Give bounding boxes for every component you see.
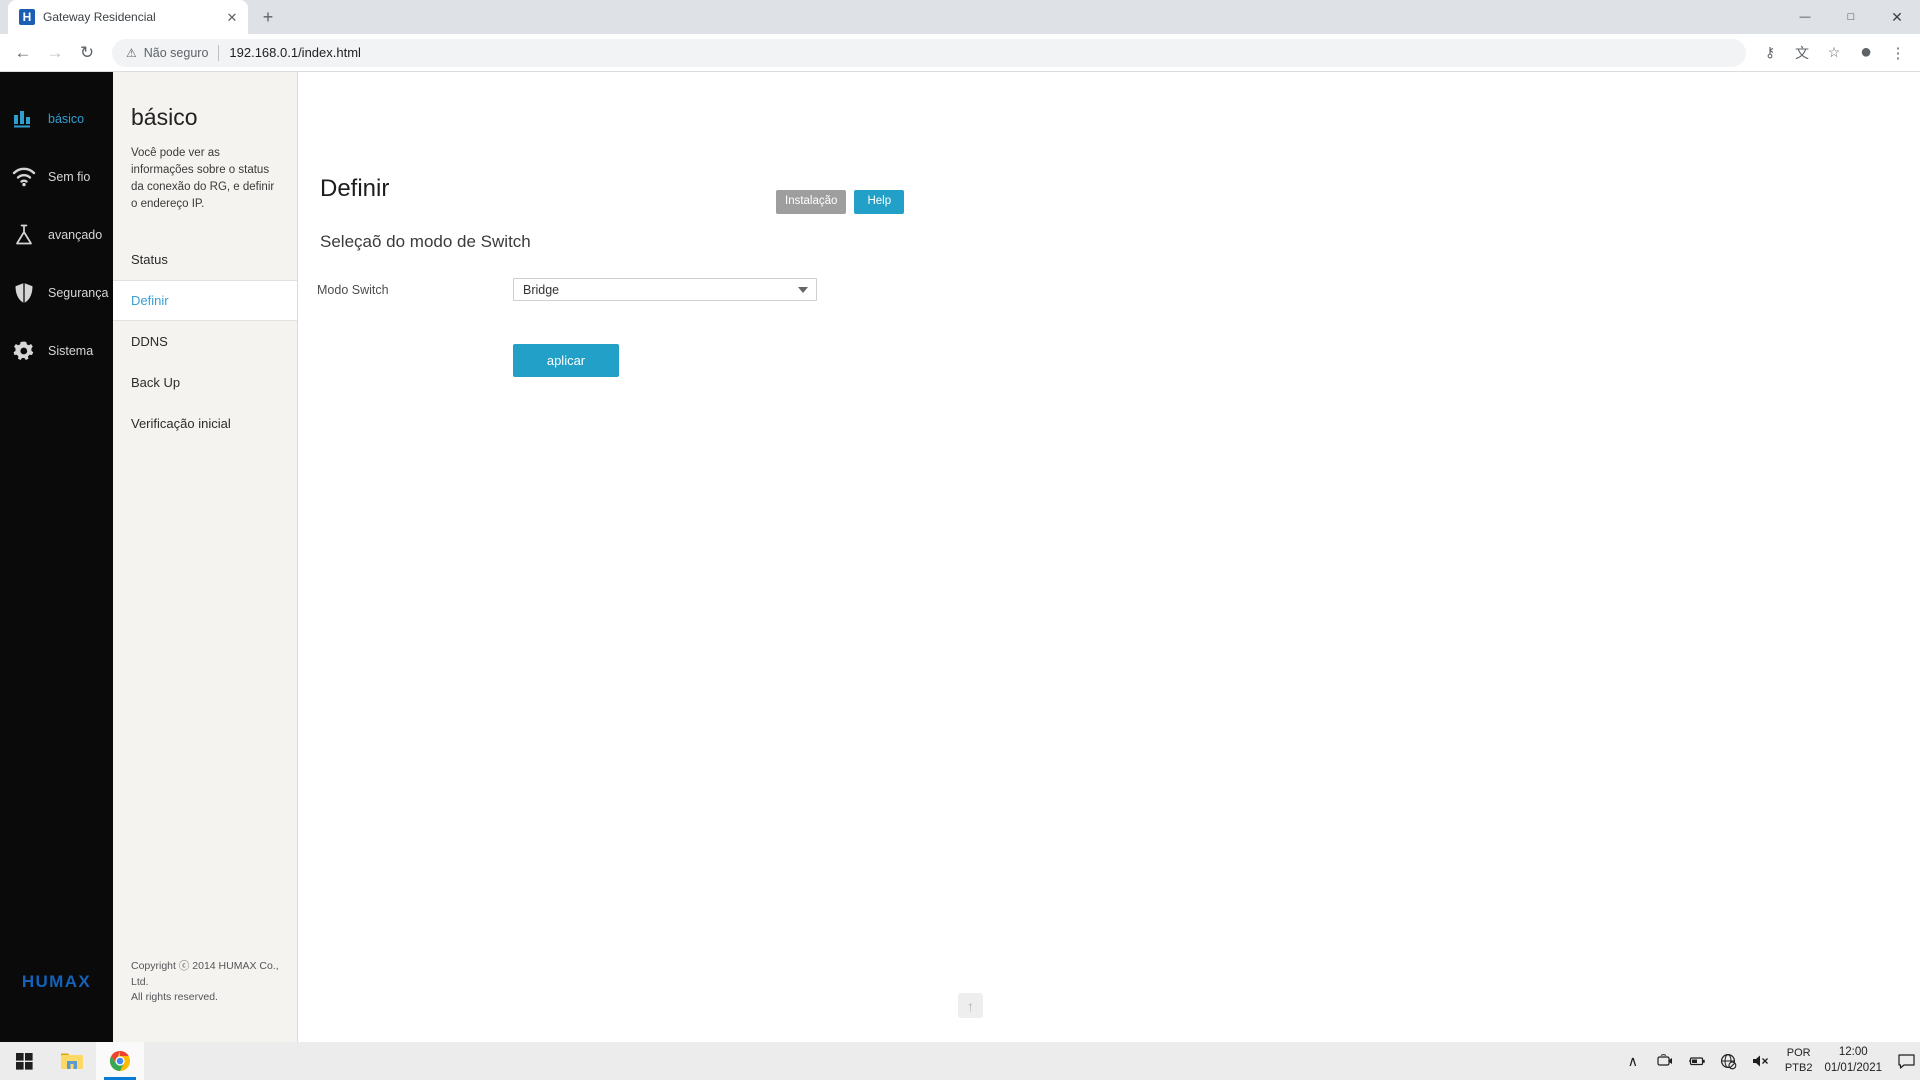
- header-button-group: Instalação Help: [776, 190, 905, 214]
- bookmark-star-icon[interactable]: ☆: [1820, 39, 1848, 67]
- network-offline-icon[interactable]: [1713, 1042, 1745, 1080]
- copyright-line-2: All rights reserved.: [131, 991, 218, 1004]
- notification-center-icon[interactable]: [1892, 1042, 1920, 1080]
- windows-taskbar: ∧ POR PTB2 12:00 01/01/2021: [0, 1042, 1920, 1080]
- gear-icon: [12, 339, 36, 363]
- rail-item-label: Segurança: [48, 286, 109, 300]
- bar-chart-icon: [12, 107, 36, 131]
- chrome-menu-icon[interactable]: ⋮: [1884, 39, 1912, 67]
- main-content: Definir Instalação Help Seleçaõ do modo …: [298, 72, 1920, 1042]
- maximize-window-button[interactable]: □: [1828, 1, 1874, 33]
- instalacao-button[interactable]: Instalação: [776, 190, 847, 214]
- minimize-window-button[interactable]: —: [1782, 1, 1828, 33]
- new-tab-button[interactable]: +: [254, 3, 282, 31]
- tray-expand-chevron-icon[interactable]: ∧: [1617, 1042, 1649, 1080]
- chevron-down-icon: [798, 286, 808, 293]
- start-menu-button[interactable]: [0, 1042, 48, 1080]
- translate-icon[interactable]: 文: [1788, 39, 1816, 67]
- battery-tray-icon[interactable]: [1681, 1042, 1713, 1080]
- tab-title: Gateway Residencial: [43, 10, 156, 24]
- page-title: Definir: [320, 175, 390, 202]
- subnav-title: básico: [131, 104, 198, 130]
- rail-item-label: básico: [48, 112, 85, 126]
- subnav-description: Você pode ver as informações sobre o sta…: [131, 147, 275, 211]
- shield-icon: [12, 281, 36, 305]
- rail-item-basico[interactable]: básico: [0, 90, 113, 148]
- folder-icon: [61, 1053, 83, 1069]
- rail-item-avancado[interactable]: avançado: [0, 206, 113, 264]
- page-viewport: básico Sem fio avançado Segurança Sistem…: [0, 72, 1920, 1042]
- switch-mode-selected-value: Bridge: [523, 282, 560, 297]
- humax-logo: HUMAX: [0, 972, 113, 992]
- rail-item-label: avançado: [48, 228, 103, 242]
- flask-icon: [12, 223, 36, 247]
- profile-avatar-icon[interactable]: ●: [1852, 39, 1880, 67]
- copyright-footer: Copyright ⓒ 2014 HUMAX Co., Ltd. All rig…: [131, 959, 297, 1006]
- rail-item-sem-fio[interactable]: Sem fio: [0, 148, 113, 206]
- google-chrome-taskbar-icon[interactable]: [96, 1042, 144, 1080]
- subnav-item-backup[interactable]: Back Up: [113, 362, 297, 403]
- system-tray: ∧ POR PTB2 12:00 01/01/2021: [1617, 1042, 1920, 1080]
- browser-toolbar: ← → ↻ ⚠ Não seguro 192.168.0.1/index.htm…: [0, 34, 1920, 72]
- clock-date: 01/01/2021: [1824, 1062, 1882, 1074]
- language-line-1: POR: [1786, 1047, 1811, 1060]
- subnav-list: Status Definir DDNS Back Up Verificação …: [113, 239, 297, 444]
- language-line-2: PTB2: [1784, 1062, 1813, 1074]
- subnav-item-definir[interactable]: Definir: [113, 280, 297, 322]
- volume-muted-icon[interactable]: [1745, 1042, 1777, 1080]
- section-title: Seleçaõ do modo de Switch: [320, 232, 531, 251]
- browser-tab[interactable]: H Gateway Residencial ✕: [8, 0, 248, 34]
- clock-time: 12:00: [1838, 1046, 1868, 1059]
- subnav-item-verificacao-inicial[interactable]: Verificação inicial: [113, 403, 297, 444]
- scroll-to-top-button[interactable]: ↑: [958, 993, 983, 1018]
- camera-tray-icon[interactable]: [1649, 1042, 1681, 1080]
- subnav-item-status[interactable]: Status: [113, 239, 297, 280]
- forward-icon[interactable]: →: [40, 38, 70, 68]
- reload-icon[interactable]: ↻: [72, 38, 102, 68]
- aplicar-button[interactable]: aplicar: [513, 344, 619, 377]
- copyright-line-1: Copyright ⓒ 2014 HUMAX Co., Ltd.: [131, 959, 279, 988]
- url-text: 192.168.0.1/index.html: [229, 45, 361, 60]
- help-button[interactable]: Help: [854, 190, 905, 214]
- password-key-icon[interactable]: ⚷: [1756, 39, 1784, 67]
- rail-item-sistema[interactable]: Sistema: [0, 322, 113, 380]
- switch-mode-select[interactable]: Bridge: [513, 278, 817, 301]
- windows-logo-icon: [15, 1052, 33, 1070]
- switch-mode-label: Modo Switch: [317, 282, 389, 297]
- close-tab-icon[interactable]: ✕: [224, 9, 240, 25]
- omnibox-divider: [218, 44, 220, 61]
- primary-nav-rail: básico Sem fio avançado Segurança Sistem…: [0, 72, 113, 1042]
- humax-logo-text: HUMAX: [21, 972, 92, 991]
- page-header: Definir: [298, 72, 1920, 201]
- browser-window: H Gateway Residencial ✕ + — □ ✕ ← → ↻ ⚠ …: [0, 0, 1920, 1042]
- rail-item-seguranca[interactable]: Segurança: [0, 264, 113, 322]
- apply-row: aplicar: [298, 301, 1920, 377]
- rail-item-label: Sem fio: [48, 170, 91, 184]
- secondary-nav-panel: básico Você pode ver as informações sobr…: [113, 72, 298, 1042]
- subnav-item-ddns[interactable]: DDNS: [113, 321, 297, 362]
- toolbar-icon-group: ⚷ 文 ☆ ● ⋮: [1756, 39, 1912, 67]
- file-explorer-taskbar-icon[interactable]: [48, 1042, 96, 1080]
- clock-widget[interactable]: 12:00 01/01/2021: [1820, 1045, 1892, 1076]
- window-controls: — □ ✕: [1782, 0, 1920, 34]
- chrome-icon: [109, 1050, 130, 1072]
- taskbar-app-group: [0, 1042, 144, 1080]
- back-icon[interactable]: ←: [8, 38, 38, 68]
- not-secure-warning-icon: ⚠: [126, 45, 137, 60]
- tab-strip: H Gateway Residencial ✕ + — □ ✕: [0, 0, 1920, 34]
- wifi-icon: [12, 165, 36, 189]
- switch-mode-row: Modo Switch Bridge: [298, 252, 1920, 301]
- tab-favicon-icon: H: [19, 9, 35, 25]
- rail-item-label: Sistema: [48, 344, 94, 358]
- close-window-button[interactable]: ✕: [1874, 1, 1920, 33]
- address-bar[interactable]: ⚠ Não seguro 192.168.0.1/index.html: [112, 38, 1746, 67]
- security-status-text: Não seguro: [143, 45, 209, 60]
- language-indicator[interactable]: POR PTB2: [1777, 1046, 1821, 1076]
